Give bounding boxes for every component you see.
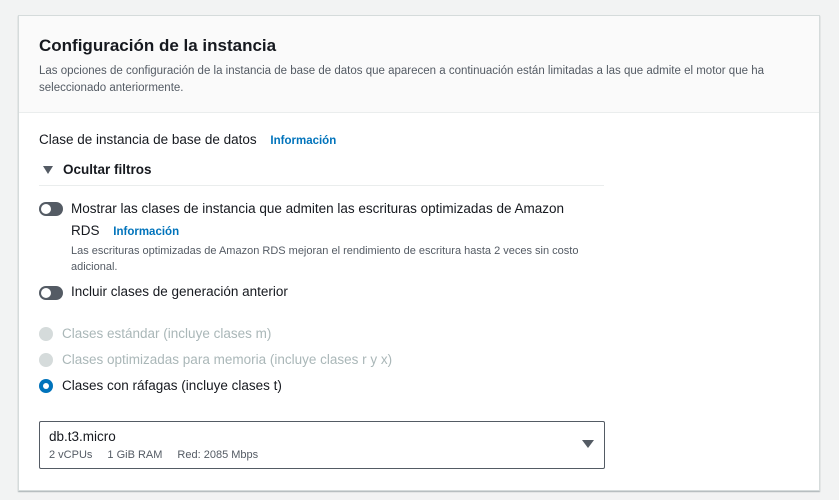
radio-memory-label: Clases optimizadas para memoria (incluye… [62, 352, 393, 367]
instance-ram: 1 GiB RAM [107, 449, 163, 461]
caret-down-icon [582, 440, 594, 448]
instance-class-value: db.t3.micro [49, 429, 116, 444]
panel-header: Configuración de la instancia Las opcion… [19, 16, 819, 113]
instance-vcpus: 2 vCPUs [49, 449, 93, 461]
radio-standard-classes[interactable]: Clases estándar (incluye clases m) [39, 326, 271, 341]
optimized-writes-toggle[interactable] [39, 202, 63, 216]
previous-generation-toggle[interactable] [39, 286, 63, 300]
panel-description: Las opciones de configuración de la inst… [39, 65, 764, 94]
filters-divider [39, 185, 604, 186]
instance-network: Red: 2085 Mbps [177, 449, 259, 461]
radio-button-icon [39, 352, 53, 367]
hide-filters-label: Ocultar filtros [63, 162, 152, 177]
optimized-writes-description: Las escrituras optimizadas de Amazon RDS… [71, 245, 579, 273]
instance-class-specs: 2 vCPUs 1 GiB RAM Red: 2085 Mbps [49, 449, 258, 461]
radio-standard-label: Clases estándar (incluye clases m) [62, 326, 272, 341]
panel-title: Configuración de la instancia [39, 36, 277, 55]
instance-class-label-row: Clase de instancia de base de datos Info… [39, 132, 336, 147]
optimized-writes-label-line2-row: RDS Información [71, 220, 611, 243]
optimized-writes-label-line1: Mostrar las clases de instancia que admi… [71, 201, 564, 216]
radio-memory-optimized-classes[interactable]: Clases optimizadas para memoria (incluye… [39, 352, 392, 367]
radio-burstable-classes[interactable]: Clases con ráfagas (incluye clases t) [39, 378, 282, 393]
radio-button-selected-icon [39, 378, 53, 393]
caret-down-icon [43, 165, 53, 174]
previous-generation-label: Incluir clases de generación anterior [71, 284, 288, 299]
instance-class-label: Clase de instancia de base de datos [39, 132, 257, 147]
optimized-writes-label: Mostrar las clases de instancia que admi… [71, 198, 611, 243]
radio-button-icon [39, 326, 53, 341]
instance-configuration-panel: Configuración de la instancia Las opcion… [18, 15, 820, 491]
instance-class-info-link[interactable]: Información [270, 135, 336, 147]
instance-class-select[interactable]: db.t3.micro 2 vCPUs 1 GiB RAM Red: 2085 … [39, 421, 605, 469]
optimized-writes-label-line2: RDS [71, 223, 100, 238]
optimized-writes-info-link[interactable]: Información [113, 226, 179, 238]
hide-filters-toggle[interactable]: Ocultar filtros [43, 162, 152, 177]
radio-burstable-label: Clases con ráfagas (incluye clases t) [62, 378, 282, 393]
